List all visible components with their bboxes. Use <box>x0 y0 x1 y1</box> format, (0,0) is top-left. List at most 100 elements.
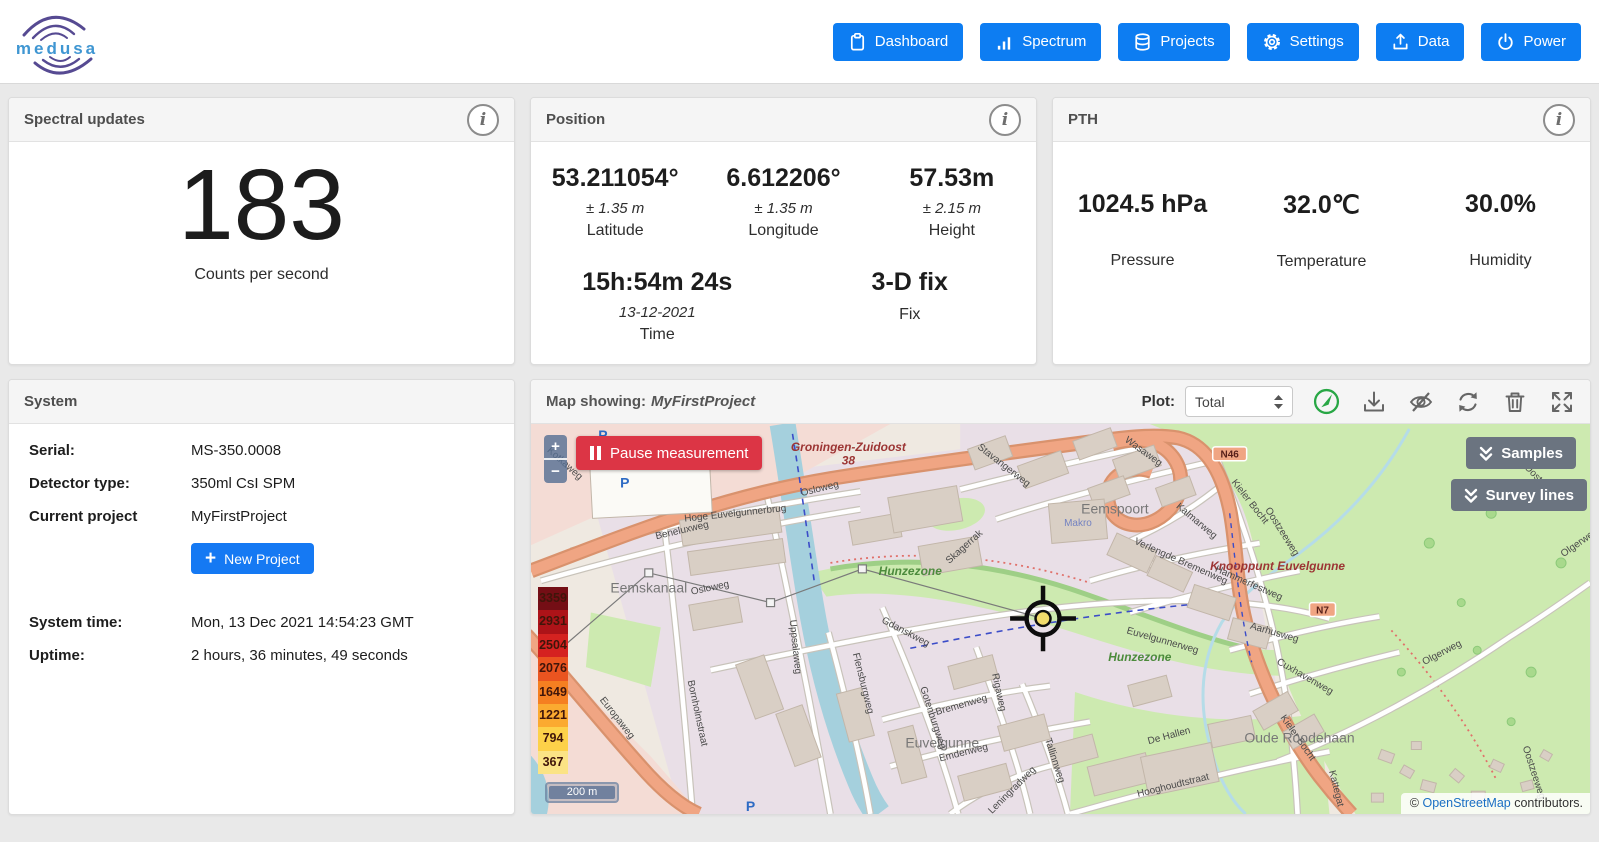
samples-label: Samples <box>1501 445 1563 462</box>
date-value: 13-12-2021 <box>531 304 784 321</box>
svg-text:N46: N46 <box>1221 450 1240 461</box>
pth-card-body: 1024.5 hPa Pressure 32.0℃ Temperature 30… <box>1053 142 1590 364</box>
nav-label: Projects <box>1160 33 1214 50</box>
map-card-header: Map showing: MyFirstProject Plot: Total <box>531 380 1590 424</box>
trash-icon[interactable] <box>1502 389 1528 415</box>
humidity-label: Humidity <box>1411 252 1590 270</box>
zoom-in-button[interactable]: + <box>544 435 567 458</box>
bar-chart-icon <box>995 32 1014 52</box>
card-title: System <box>24 393 77 410</box>
scale-label: 200 m <box>549 786 615 799</box>
upload-icon <box>1391 32 1410 52</box>
uptime-label: Uptime: <box>29 647 191 664</box>
plot-select[interactable]: Total <box>1185 386 1293 417</box>
compass-icon[interactable] <box>1313 388 1340 415</box>
map-title-project: MyFirstProject <box>651 393 755 410</box>
serial-label: Serial: <box>29 442 191 459</box>
time-value: 15h:54m 24s <box>531 268 784 297</box>
map-label: P <box>746 798 755 814</box>
map-label: Hunzezone <box>1108 650 1172 664</box>
time-label: Time <box>531 326 784 344</box>
double-chevron-down-icon <box>1464 488 1478 503</box>
temperature-label: Temperature <box>1232 253 1411 271</box>
pause-measurement-button[interactable]: Pause measurement <box>576 436 762 470</box>
pause-label: Pause measurement <box>610 445 748 462</box>
nav-dashboard-button[interactable]: Dashboard <box>833 23 963 61</box>
card-title: PTH <box>1068 111 1098 128</box>
pressure-label: Pressure <box>1053 252 1232 270</box>
longitude-value: 6.612206° <box>699 164 867 193</box>
card-title: Position <box>546 111 605 128</box>
map-label: Hunzezone <box>879 564 943 578</box>
plot-label: Plot: <box>1142 393 1175 410</box>
legend-value: 2076 <box>538 657 568 680</box>
map-toolbar <box>1313 388 1575 415</box>
logo-text: medusa <box>16 39 98 58</box>
eye-off-icon[interactable] <box>1408 389 1434 415</box>
database-icon <box>1133 32 1152 52</box>
position-card-body: 53.211054° ± 1.35 m Latitude 6.612206° ±… <box>531 142 1036 364</box>
info-icon[interactable]: i <box>467 104 499 136</box>
nav-settings-button[interactable]: Settings <box>1247 23 1359 61</box>
spectral-card-header: Spectral updates i <box>9 98 514 142</box>
humidity-value: 30.0% <box>1411 190 1590 219</box>
pause-icon <box>590 446 601 460</box>
attribution-suffix: contributors. <box>1511 796 1583 810</box>
nav-label: Settings <box>1290 33 1344 50</box>
system-card-body: Serial: MS-350.0008 Detector type: 350ml… <box>9 424 514 814</box>
map-label: 38 <box>842 454 856 468</box>
zoom-out-button[interactable]: − <box>544 460 567 483</box>
temperature-metric: 32.0℃ Temperature <box>1232 190 1411 364</box>
new-project-label: New Project <box>224 551 299 567</box>
map-label: Oude Roodehaan <box>1244 730 1354 746</box>
map-area: N46N7 Groningen-Zuidoost38Hoge Euvelgunn… <box>531 424 1590 814</box>
new-project-button[interactable]: + New Project <box>191 543 314 574</box>
nav-power-button[interactable]: Power <box>1481 23 1581 61</box>
samples-button[interactable]: Samples <box>1466 437 1576 469</box>
survey-lines-button[interactable]: Survey lines <box>1451 479 1587 511</box>
plus-icon: + <box>205 549 216 568</box>
expand-icon[interactable] <box>1549 389 1575 415</box>
survey-lines-label: Survey lines <box>1486 487 1574 504</box>
road-ref-badge: N7 <box>1310 603 1336 617</box>
top-bar: medusa Dashboard Spectrum Projects <box>0 0 1599 84</box>
nav-projects-button[interactable]: Projects <box>1118 23 1229 61</box>
road-ref-badge: N46 <box>1213 447 1247 461</box>
info-icon[interactable]: i <box>1543 104 1575 136</box>
plot-select-value: Total <box>1195 394 1225 410</box>
map-canvas[interactable]: N46N7 Groningen-Zuidoost38Hoge Euvelgunn… <box>531 424 1590 814</box>
map-scale-bar: 200 m <box>545 782 619 803</box>
legend-value: 2504 <box>538 634 568 657</box>
counts-unit: Counts per second <box>194 266 328 284</box>
nav-data-button[interactable]: Data <box>1376 23 1465 61</box>
system-time-label: System time: <box>29 614 191 631</box>
fix-value: 3-D fix <box>784 268 1037 297</box>
legend-value: 3359 <box>538 587 568 610</box>
attribution-prefix: © <box>1410 796 1423 810</box>
latitude-error: ± 1.35 m <box>531 200 699 217</box>
legend-value: 1221 <box>538 704 568 727</box>
fix-label: Fix <box>784 306 1037 324</box>
current-project-value: MyFirstProject <box>191 508 494 525</box>
height-error: ± 2.15 m <box>868 200 1036 217</box>
uptime-value: 2 hours, 36 minutes, 49 seconds <box>191 647 494 664</box>
refresh-icon[interactable] <box>1455 389 1481 415</box>
pressure-metric: 1024.5 hPa Pressure <box>1053 190 1232 364</box>
system-card-header: System <box>9 380 514 424</box>
legend-value: 1649 <box>538 681 568 704</box>
pressure-value: 1024.5 hPa <box>1053 190 1232 219</box>
current-project-label: Current project <box>29 508 191 525</box>
counts-value: 183 <box>178 150 345 260</box>
nav-spectrum-button[interactable]: Spectrum <box>980 23 1101 61</box>
system-card: System Serial: MS-350.0008 Detector type… <box>8 379 515 815</box>
nav-label: Data <box>1418 33 1450 50</box>
download-icon[interactable] <box>1361 389 1387 415</box>
map-label: Makro <box>1064 518 1092 529</box>
map-label: Eemskanaal <box>610 580 687 596</box>
fix-metric: 3-D fix Fix <box>784 268 1037 344</box>
info-icon[interactable]: i <box>989 104 1021 136</box>
map-title: Map showing: MyFirstProject <box>546 393 755 410</box>
serial-value: MS-350.0008 <box>191 442 494 459</box>
openstreetmap-link[interactable]: OpenStreetMap <box>1422 796 1510 810</box>
longitude-error: ± 1.35 m <box>699 200 867 217</box>
